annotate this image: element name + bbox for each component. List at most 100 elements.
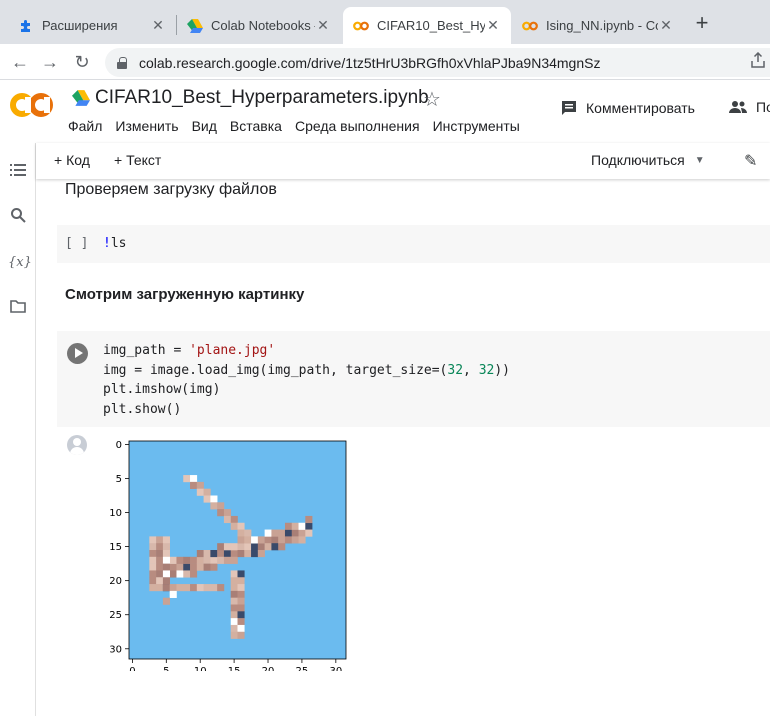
- code-token: plt.show(): [103, 401, 182, 417]
- image-pixel: [217, 543, 225, 551]
- image-pixel: [190, 556, 198, 564]
- share-button[interactable]: По: [728, 99, 770, 115]
- close-icon[interactable]: ✕: [658, 17, 674, 34]
- image-pixel: [264, 529, 272, 537]
- image-pixel: [196, 481, 204, 489]
- image-pixel: [169, 584, 177, 592]
- browser-tab[interactable]: Ising_NN.ipynb - Co ✕: [512, 7, 684, 44]
- code-number: 32: [447, 362, 464, 378]
- image-pixel: [278, 536, 286, 544]
- tab-title: Ising_NN.ipynb - Co: [546, 18, 658, 33]
- close-icon[interactable]: ✕: [485, 17, 501, 34]
- code-token: img_path =: [103, 343, 190, 358]
- image-pixel: [156, 563, 164, 571]
- comment-button[interactable]: Комментировать: [560, 99, 695, 117]
- add-text-button[interactable]: + Текст: [114, 152, 161, 168]
- image-pixel: [237, 631, 245, 639]
- drive-icon: [187, 18, 203, 34]
- image-pixel: [196, 584, 204, 592]
- image-pixel: [257, 536, 265, 544]
- image-pixel: [190, 475, 198, 483]
- heading-cell[interactable]: Смотрим загруженную картинку: [65, 286, 304, 303]
- browser-tab[interactable]: Colab Notebooks – ✕: [177, 7, 341, 44]
- image-pixel: [244, 543, 252, 551]
- cell-run-bracket[interactable]: [ ]: [65, 236, 88, 251]
- x-tick-label: 0: [129, 666, 135, 671]
- image-pixel: [278, 543, 286, 551]
- y-axis: 0 5 10 15 20 25 30: [109, 440, 129, 655]
- drive-icon[interactable]: [72, 90, 90, 106]
- variables-icon[interactable]: {x}: [8, 253, 32, 273]
- chevron-down-icon[interactable]: ▼: [695, 155, 705, 166]
- image-pixel: [237, 611, 245, 619]
- reload-icon[interactable]: ↻: [70, 50, 94, 74]
- image-pixel: [230, 584, 238, 592]
- code-cell[interactable]: img_path = 'plane.jpg' img = image.load_…: [57, 331, 770, 427]
- image-pixel: [298, 536, 306, 544]
- image-pixel: [210, 584, 218, 592]
- notebook-content: Проверяем загрузку файлов [ ] !ls Смотри…: [36, 179, 770, 716]
- add-code-button[interactable]: + Код: [54, 152, 90, 168]
- y-tick-label: 30: [109, 644, 122, 655]
- close-icon[interactable]: ✕: [315, 17, 331, 34]
- menu-item-tools[interactable]: Инструменты: [433, 118, 520, 134]
- edit-pencil-icon[interactable]: ✎: [744, 151, 757, 171]
- image-pixel: [210, 556, 218, 564]
- image-pixel: [162, 563, 170, 571]
- forward-arrow-icon[interactable]: →: [38, 50, 62, 74]
- menu-item-insert[interactable]: Вставка: [230, 118, 282, 134]
- image-pixel: [190, 563, 198, 571]
- image-pixel: [162, 550, 170, 558]
- image-pixel: [237, 618, 245, 626]
- code-cell[interactable]: [ ] !ls: [57, 225, 770, 263]
- image-pixel: [223, 550, 232, 558]
- menu-item-view[interactable]: Вид: [192, 118, 217, 134]
- notebook-title[interactable]: CIFAR10_Best_Hyperparameters.ipynb: [95, 87, 429, 109]
- image-pixel: [156, 550, 164, 558]
- code-string: 'plane.jpg': [189, 343, 276, 358]
- menu-item-runtime[interactable]: Среда выполнения: [295, 118, 420, 134]
- close-icon[interactable]: ✕: [150, 17, 166, 34]
- browser-tab[interactable]: Расширения ✕: [8, 7, 176, 44]
- back-arrow-icon[interactable]: ←: [8, 50, 32, 74]
- search-icon[interactable]: [8, 207, 28, 227]
- url-text: colab.research.google.com/drive/1tz5tHrU…: [139, 54, 601, 71]
- code-editor[interactable]: img_path = 'plane.jpg' img = image.load_…: [103, 341, 510, 419]
- menu-item-file[interactable]: Файл: [68, 118, 102, 134]
- image-pixel: [156, 543, 164, 551]
- table-of-contents-icon[interactable]: [8, 163, 28, 183]
- image-pixel: [230, 611, 238, 619]
- image-pixel: [149, 543, 157, 551]
- text-cell[interactable]: Проверяем загрузку файлов: [65, 181, 277, 199]
- image-pixel: [237, 584, 245, 592]
- tab-title: Colab Notebooks –: [211, 18, 315, 33]
- image-pixel: [244, 550, 252, 558]
- left-sidebar: {x}: [0, 143, 36, 716]
- image-pixel: [196, 563, 204, 571]
- x-axis: 0 5 10 15 20 25 30: [129, 659, 342, 677]
- code-editor[interactable]: !ls: [103, 234, 126, 254]
- image-pixel: [298, 529, 306, 537]
- share-page-icon[interactable]: [750, 51, 768, 70]
- browser-tab-active[interactable]: CIFAR10_Best_Hype ✕: [343, 7, 511, 44]
- url-field[interactable]: colab.research.google.com/drive/1tz5tHrU…: [105, 48, 770, 77]
- image-pixel: [203, 488, 211, 496]
- image-pixel: [190, 481, 198, 489]
- image-pixel: [190, 570, 198, 578]
- star-icon[interactable]: ☆: [423, 87, 441, 112]
- image-pixel: [196, 488, 204, 496]
- menu-bar: Файл Изменить Вид Вставка Среда выполнен…: [68, 118, 533, 134]
- connect-button[interactable]: Подключиться ▼: [591, 152, 705, 168]
- new-tab-button[interactable]: +: [692, 12, 712, 34]
- x-tick-label: 30: [329, 666, 342, 671]
- tab-title: Расширения: [42, 18, 118, 33]
- image-pixel: [237, 570, 245, 578]
- colab-logo[interactable]: [10, 91, 54, 119]
- image-pixel: [237, 522, 245, 530]
- run-cell-button[interactable]: [67, 343, 88, 364]
- image-pixel: [210, 495, 218, 503]
- image-pixel: [237, 577, 245, 585]
- image-pixel: [257, 550, 265, 558]
- folder-icon[interactable]: [8, 299, 28, 319]
- menu-item-edit[interactable]: Изменить: [115, 118, 178, 134]
